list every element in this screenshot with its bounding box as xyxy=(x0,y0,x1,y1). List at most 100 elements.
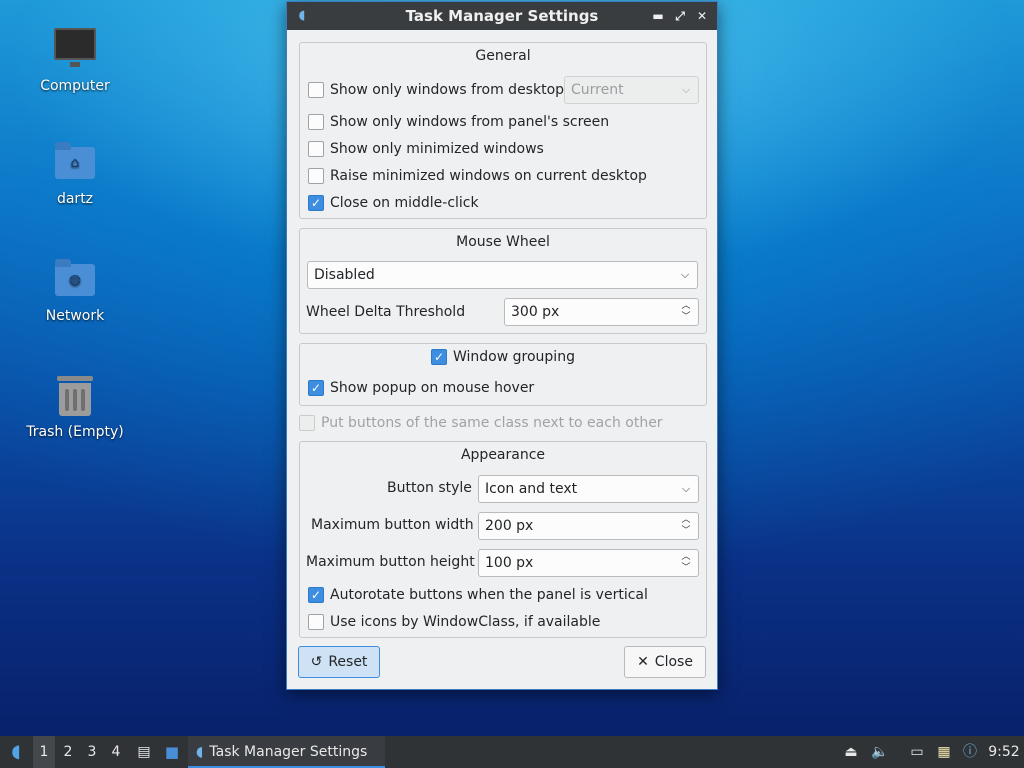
checkbox-label: Show popup on mouse hover xyxy=(330,380,535,396)
checkbox-box[interactable]: ✓ xyxy=(308,195,324,211)
group-title: General xyxy=(475,48,531,64)
use-icons-checkbox[interactable]: Use icons by WindowClass, if available xyxy=(308,611,600,633)
desktop-icon-home[interactable]: ⌂ dartz xyxy=(18,141,132,207)
checkbox-box[interactable] xyxy=(308,114,324,130)
wheel-delta-spinbox[interactable]: 300 px ︿ ﹀ xyxy=(504,298,699,326)
close-icon[interactable]: ✕ xyxy=(693,2,711,30)
desktop-icon-label: Trash (Empty) xyxy=(26,424,124,440)
max-width-spinbox[interactable]: 200 px ︿ ﹀ xyxy=(478,512,699,540)
raise-minimized-checkbox[interactable]: Raise minimized windows on current deskt… xyxy=(308,165,647,187)
checkbox-box xyxy=(299,415,315,431)
show-desktop-icon[interactable]: ■ xyxy=(161,736,183,768)
checkbox-box[interactable] xyxy=(308,614,324,630)
select-value: Disabled xyxy=(314,267,375,283)
taskbar-task-item[interactable]: ◖ Task Manager Settings xyxy=(188,736,385,768)
desktop-icon-label: Network xyxy=(45,308,105,324)
spin-arrows-icon[interactable]: ︿ ﹀ xyxy=(680,550,692,576)
button-label: Close xyxy=(654,654,693,670)
lxqt-app-icon: ◖ xyxy=(298,8,306,23)
network-folder-icon: ◍ xyxy=(53,258,97,302)
desktop-select[interactable]: Current ⌵ xyxy=(564,76,699,104)
select-value: Icon and text xyxy=(485,481,578,497)
task-label: Task Manager Settings xyxy=(209,744,368,760)
autorotate-checkbox[interactable]: ✓ Autorotate buttons when the panel is v… xyxy=(308,584,648,606)
checkbox-label: Use icons by WindowClass, if available xyxy=(330,614,601,630)
max-width-label: Maximum button width xyxy=(311,517,474,533)
network-icon[interactable]: ▭ xyxy=(906,736,928,768)
wheel-delta-label: Wheel Delta Threshold xyxy=(306,304,466,320)
chevron-down-icon: ⌵ xyxy=(680,268,690,281)
computer-icon xyxy=(53,28,97,72)
checkbox-label: Autorotate buttons when the panel is ver… xyxy=(330,587,648,603)
clock[interactable]: 9:52 xyxy=(986,736,1022,768)
start-menu-icon[interactable]: ◖ xyxy=(0,736,32,768)
eject-icon[interactable]: ⏏ xyxy=(840,736,862,768)
clipboard-icon[interactable]: ▦ xyxy=(933,736,955,768)
group-title: Appearance xyxy=(460,447,546,463)
spinbox-value: 100 px xyxy=(485,555,534,571)
lxqt-app-icon: ◖ xyxy=(196,744,204,760)
desktop-icon-label: Computer xyxy=(40,78,110,94)
select-value: Current xyxy=(571,82,624,98)
desktop-switch-1[interactable]: 1 xyxy=(33,736,55,768)
checkbox-box[interactable] xyxy=(308,168,324,184)
mouse-wheel-select[interactable]: Disabled ⌵ xyxy=(307,261,698,289)
desktop-icon-trash[interactable]: Trash (Empty) xyxy=(18,374,132,440)
spin-arrows-icon[interactable]: ︿ ﹀ xyxy=(680,513,692,539)
chevron-down-icon: ⌵ xyxy=(681,83,691,96)
checkbox-box[interactable]: ✓ xyxy=(308,380,324,396)
desktop-switch-3[interactable]: 3 xyxy=(81,736,103,768)
task-manager-settings-dialog: ◖ Task Manager Settings ▬ ⤢ ✕ General Sh… xyxy=(286,1,718,690)
desktop-switch-4[interactable]: 4 xyxy=(105,736,127,768)
group-title: Mouse Wheel xyxy=(456,234,550,250)
taskbar: ◖ 1 2 3 4 ▤ ■ ◖ Task Manager Settings ⏏ 🔈… xyxy=(0,736,1024,768)
checkbox-box[interactable]: ✓ xyxy=(431,349,447,365)
checkbox-label: Put buttons of the same class next to ea… xyxy=(321,415,663,431)
close-button[interactable]: ✕ Close xyxy=(624,646,706,678)
show-only-panel-screen-checkbox[interactable]: Show only windows from panel's screen xyxy=(308,111,609,133)
appearance-group: Appearance Button style Icon and text ⌵ … xyxy=(299,441,707,638)
titlebar[interactable]: ◖ Task Manager Settings ▬ ⤢ ✕ xyxy=(287,2,717,30)
button-label: Reset xyxy=(328,654,368,670)
checkbox-label: Show only windows from desktop xyxy=(330,82,565,98)
desktop-icon-computer[interactable]: Computer xyxy=(18,24,132,94)
show-popup-checkbox[interactable]: ✓ Show popup on mouse hover xyxy=(308,377,534,399)
minimize-icon[interactable]: ▬ xyxy=(649,2,667,30)
file-manager-icon[interactable]: ▤ xyxy=(133,736,155,768)
show-only-minimized-checkbox[interactable]: Show only minimized windows xyxy=(308,138,544,160)
window-grouping-checkbox[interactable]: ✓ Window grouping xyxy=(431,346,575,368)
max-height-spinbox[interactable]: 100 px ︿ ﹀ xyxy=(478,549,699,577)
volume-icon[interactable]: 🔈 xyxy=(869,736,891,768)
general-group: General Show only windows from desktop C… xyxy=(299,42,707,219)
checkbox-label: Show only minimized windows xyxy=(330,141,544,157)
undo-icon: ↺ xyxy=(310,654,323,670)
notification-icon[interactable]: ⓘ xyxy=(959,736,981,768)
window-grouping-group: ✓ Window grouping ✓ Show popup on mouse … xyxy=(299,343,707,406)
close-icon: ✕ xyxy=(637,654,649,670)
button-style-select[interactable]: Icon and text ⌵ xyxy=(478,475,699,503)
checkbox-label: Show only windows from panel's screen xyxy=(330,114,610,130)
desktop-icon-label: dartz xyxy=(56,191,94,207)
checkbox-label: Close on middle-click xyxy=(330,195,479,211)
show-only-desktop-checkbox[interactable]: Show only windows from desktop xyxy=(308,79,564,101)
button-style-label: Button style xyxy=(387,480,472,496)
spin-arrows-icon[interactable]: ︿ ﹀ xyxy=(680,299,692,325)
checkbox-label: Raise minimized windows on current deskt… xyxy=(330,168,647,184)
spinbox-value: 300 px xyxy=(511,304,560,320)
trash-icon xyxy=(53,374,97,418)
mouse-wheel-group: Mouse Wheel Disabled ⌵ Wheel Delta Thres… xyxy=(299,228,707,334)
reset-button[interactable]: ↺ Reset xyxy=(298,646,380,678)
desktop-icon-network[interactable]: ◍ Network xyxy=(18,258,132,324)
checkbox-box[interactable] xyxy=(308,141,324,157)
same-class-checkbox: Put buttons of the same class next to ea… xyxy=(299,412,663,434)
dialog-title: Task Manager Settings xyxy=(405,7,599,25)
checkbox-box[interactable] xyxy=(308,82,324,98)
spinbox-value: 200 px xyxy=(485,518,534,534)
home-folder-icon: ⌂ xyxy=(53,141,97,185)
checkbox-label: Window grouping xyxy=(453,349,575,365)
close-middle-click-checkbox[interactable]: ✓ Close on middle-click xyxy=(308,192,479,214)
maximize-icon[interactable]: ⤢ xyxy=(671,2,689,30)
checkbox-box[interactable]: ✓ xyxy=(308,587,324,603)
desktop-switch-2[interactable]: 2 xyxy=(57,736,79,768)
max-height-label: Maximum button height xyxy=(306,554,475,570)
